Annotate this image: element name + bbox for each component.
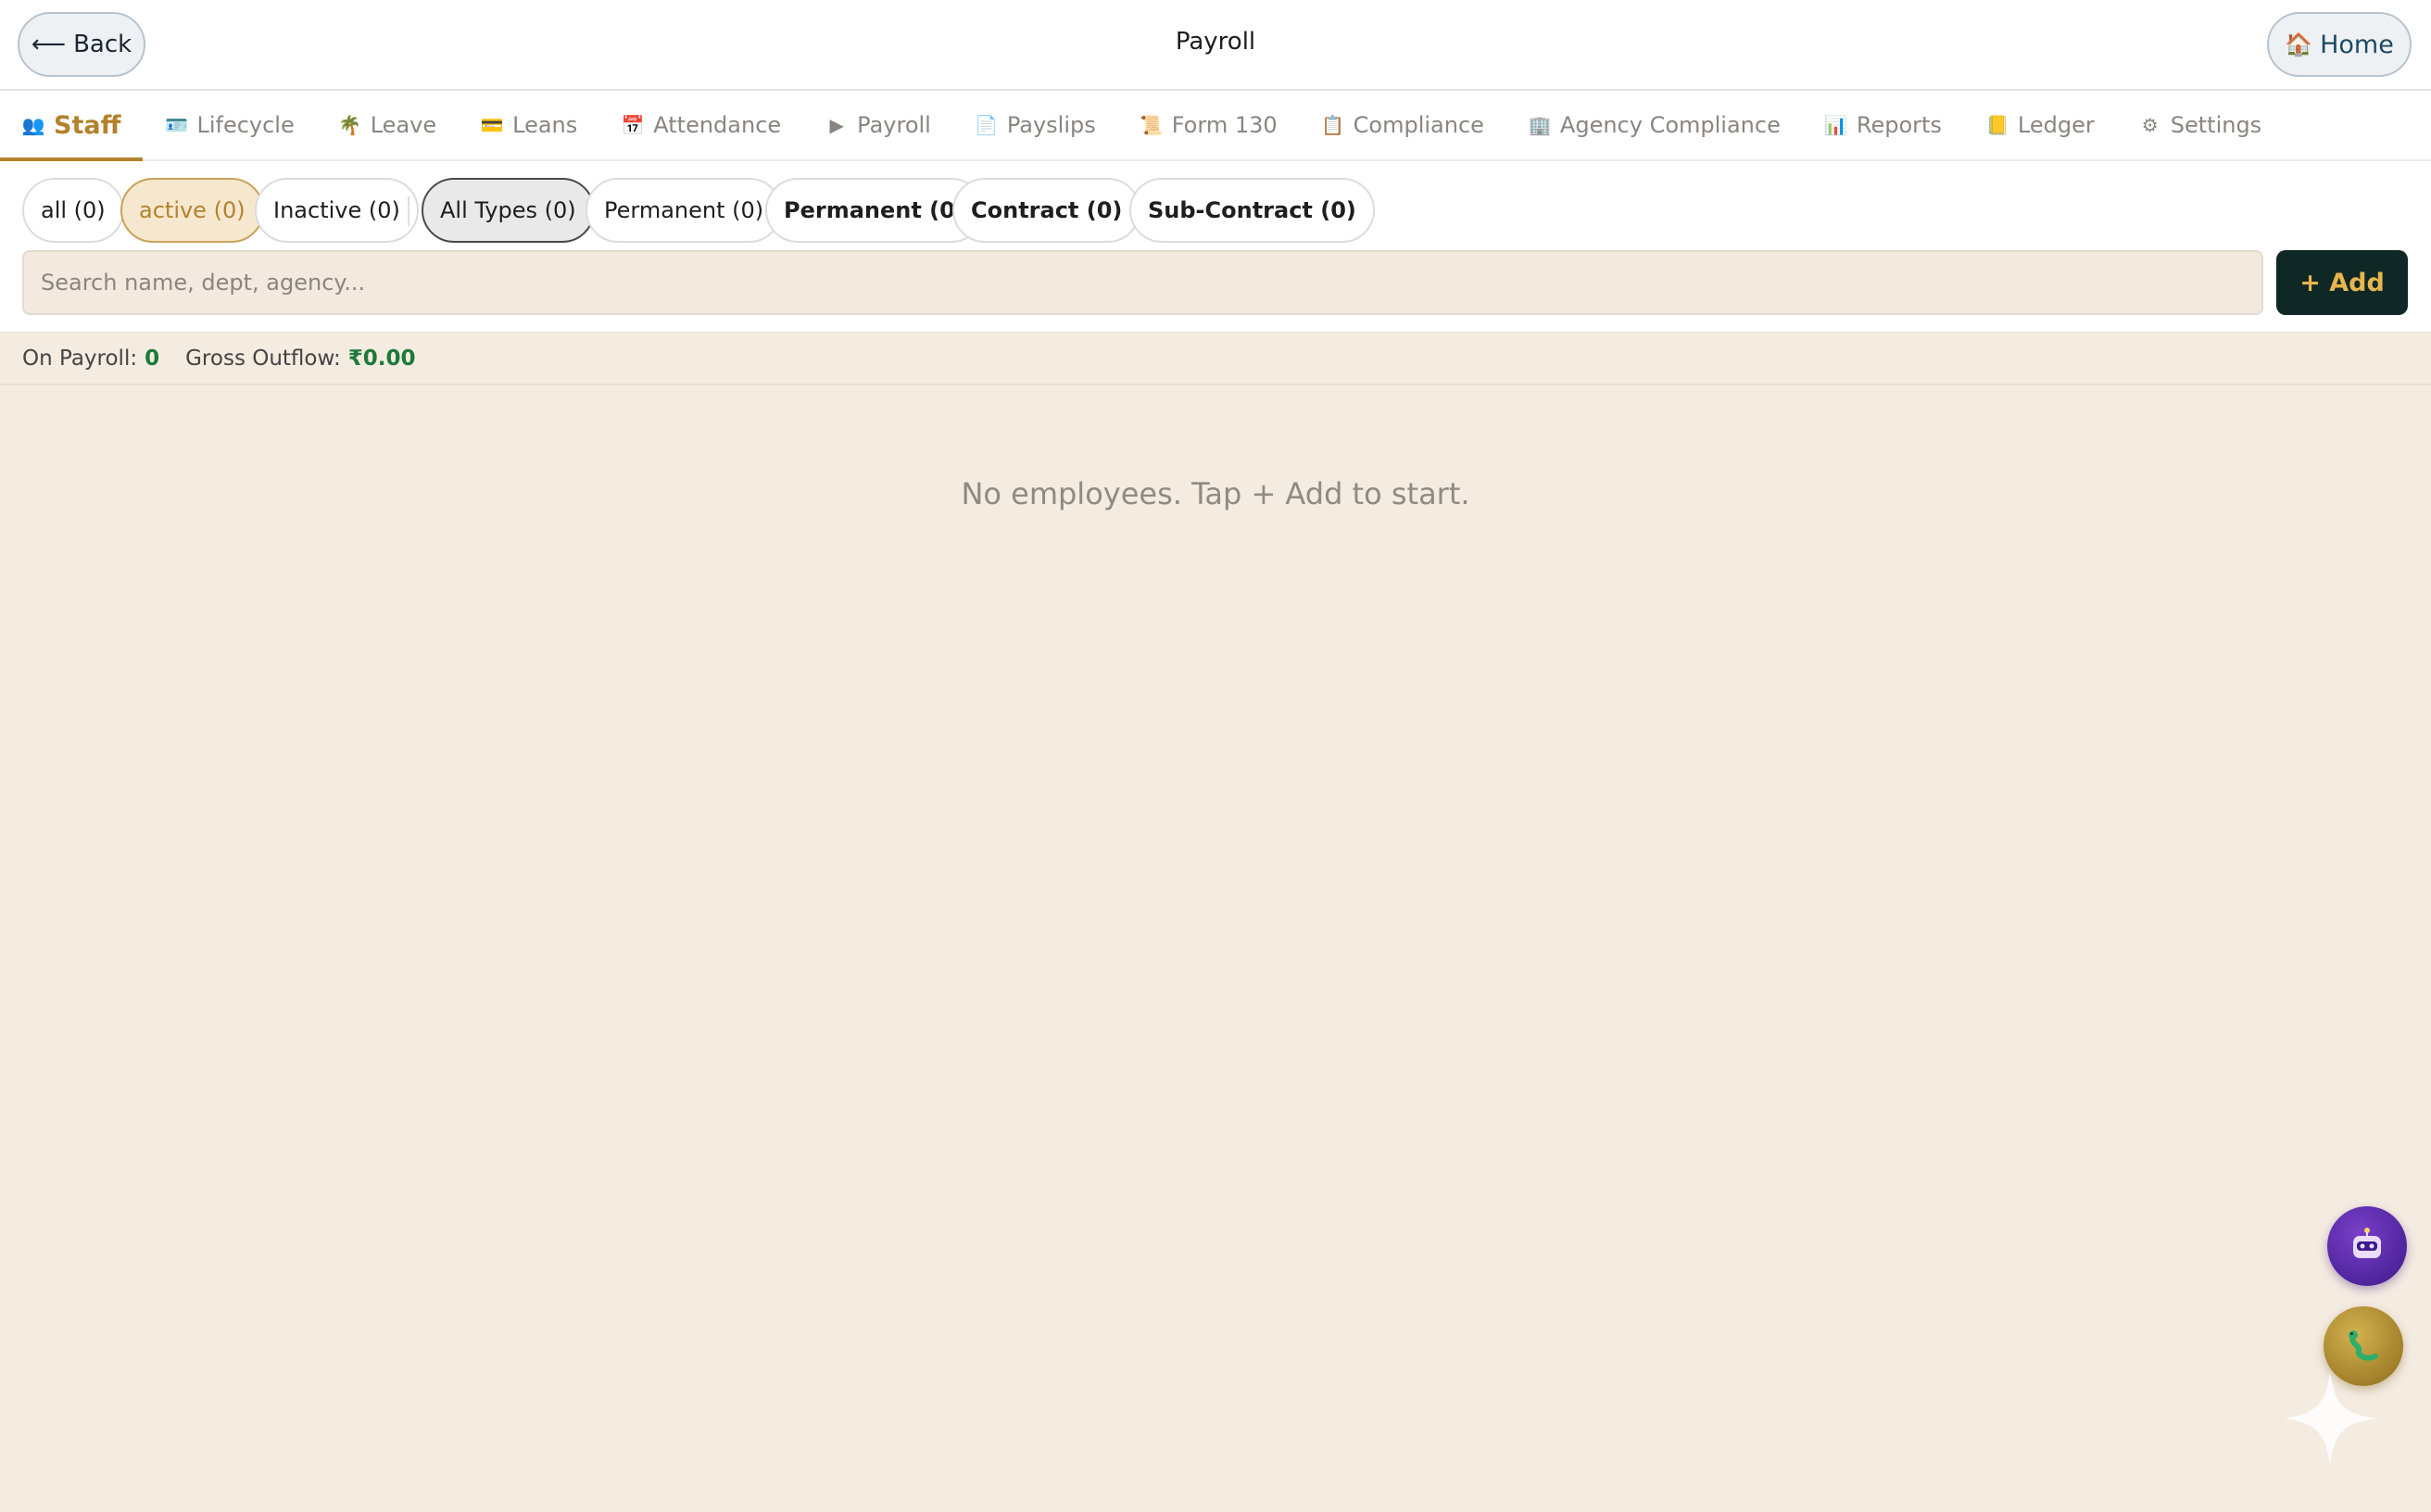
tab-reports[interactable]: 📊 Reports bbox=[1803, 91, 1964, 159]
tab-leave[interactable]: 🌴 Leave bbox=[317, 91, 459, 159]
add-employee-button[interactable]: + Add bbox=[2276, 250, 2408, 315]
tab-label: Reports bbox=[1856, 112, 1942, 138]
credit-card-icon: 💳 bbox=[480, 114, 504, 136]
tab-label: Settings bbox=[2170, 112, 2262, 138]
clipboard-icon: 📋 bbox=[1321, 114, 1345, 136]
snake-icon bbox=[2349, 1330, 2378, 1361]
tab-payslips[interactable]: 📄 Payslips bbox=[953, 91, 1118, 159]
sparkle-icon bbox=[2284, 1372, 2376, 1465]
tab-label: Agency Compliance bbox=[1559, 112, 1781, 138]
id-card-icon: 🪪 bbox=[165, 114, 188, 136]
tab-agency-compliance[interactable]: 🏢 Agency Compliance bbox=[1506, 91, 1803, 159]
tab-label: Leave bbox=[370, 112, 437, 138]
tab-label: Ledger bbox=[2017, 112, 2095, 138]
tab-leans[interactable]: 💳 Leans bbox=[459, 91, 599, 159]
gear-icon: ⚙ bbox=[2141, 114, 2159, 136]
tab-label: Lifecycle bbox=[196, 112, 295, 138]
search-input[interactable] bbox=[22, 250, 2263, 315]
tab-payroll[interactable]: ▶ Payroll bbox=[803, 91, 953, 159]
type-permanent-chip[interactable]: Permanent (0) bbox=[586, 178, 783, 243]
filter-divider bbox=[408, 196, 409, 226]
tab-lifecycle[interactable]: 🪪 Lifecycle bbox=[143, 91, 316, 159]
tab-staff[interactable]: 👥 Staff bbox=[0, 91, 144, 161]
filter-active-chip[interactable]: active (0) bbox=[120, 178, 264, 243]
home-button[interactable]: 🏠 Home bbox=[2267, 12, 2412, 77]
filter-inactive-chip[interactable]: Inactive (0) bbox=[255, 178, 419, 243]
house-icon: 🏠 bbox=[2285, 32, 2313, 57]
on-payroll-label: On Payroll: bbox=[22, 346, 138, 371]
type-sub-contract-chip[interactable]: Sub-Contract (0) bbox=[1129, 178, 1375, 243]
people-icon: 👥 bbox=[21, 114, 45, 136]
palm-icon: 🌴 bbox=[338, 114, 362, 136]
type-contract-chip[interactable]: Contract (0) bbox=[952, 178, 1141, 243]
scroll-icon: 📜 bbox=[1140, 114, 1164, 136]
tab-label: Leans bbox=[512, 112, 578, 138]
tab-label: Compliance bbox=[1353, 112, 1484, 138]
document-icon: 📄 bbox=[975, 114, 999, 136]
type-permanent-bold-chip[interactable]: Permanent (0) bbox=[765, 178, 984, 243]
page-title: Payroll bbox=[1175, 28, 1256, 56]
tab-settings[interactable]: ⚙ Settings bbox=[2117, 91, 2284, 159]
bar-chart-icon: 📊 bbox=[1824, 114, 1848, 136]
play-icon: ▶ bbox=[829, 114, 844, 136]
payroll-summary: On Payroll: 0 Gross Outflow: ₹0.00 bbox=[0, 334, 2431, 385]
building-icon: 🏢 bbox=[1528, 114, 1552, 136]
gross-outflow-value: ₹0.00 bbox=[347, 346, 416, 371]
tab-ledger[interactable]: 📒 Ledger bbox=[1964, 91, 2117, 159]
on-payroll-value: 0 bbox=[145, 346, 160, 371]
tab-form-130[interactable]: 📜 Form 130 bbox=[1118, 91, 1300, 159]
top-bar: ⟵ Back Payroll 🏠 Home bbox=[0, 0, 2431, 91]
assistant-bot-button[interactable] bbox=[2327, 1206, 2407, 1286]
robot-icon bbox=[2353, 1228, 2381, 1258]
tab-label: Form 130 bbox=[1171, 112, 1278, 138]
home-label: Home bbox=[2320, 30, 2394, 59]
gross-outflow-label: Gross Outflow: bbox=[185, 346, 341, 371]
tab-label: Payslips bbox=[1006, 112, 1096, 138]
tab-label: Staff bbox=[54, 110, 121, 140]
type-all-chip[interactable]: All Types (0) bbox=[422, 178, 595, 243]
empty-state-message: No employees. Tap + Add to start. bbox=[961, 476, 1470, 511]
tab-label: Attendance bbox=[653, 112, 782, 138]
filter-all-chip[interactable]: all (0) bbox=[22, 178, 124, 243]
tab-compliance[interactable]: 📋 Compliance bbox=[1300, 91, 1506, 159]
calendar-icon: 📅 bbox=[621, 114, 645, 136]
tab-label: Payroll bbox=[857, 112, 931, 138]
notepad-icon: 📒 bbox=[1985, 114, 2009, 136]
tab-attendance[interactable]: 📅 Attendance bbox=[599, 91, 803, 159]
tab-bar: 👥 Staff 🪪 Lifecycle 🌴 Leave 💳 Leans 📅 At… bbox=[0, 91, 2431, 161]
